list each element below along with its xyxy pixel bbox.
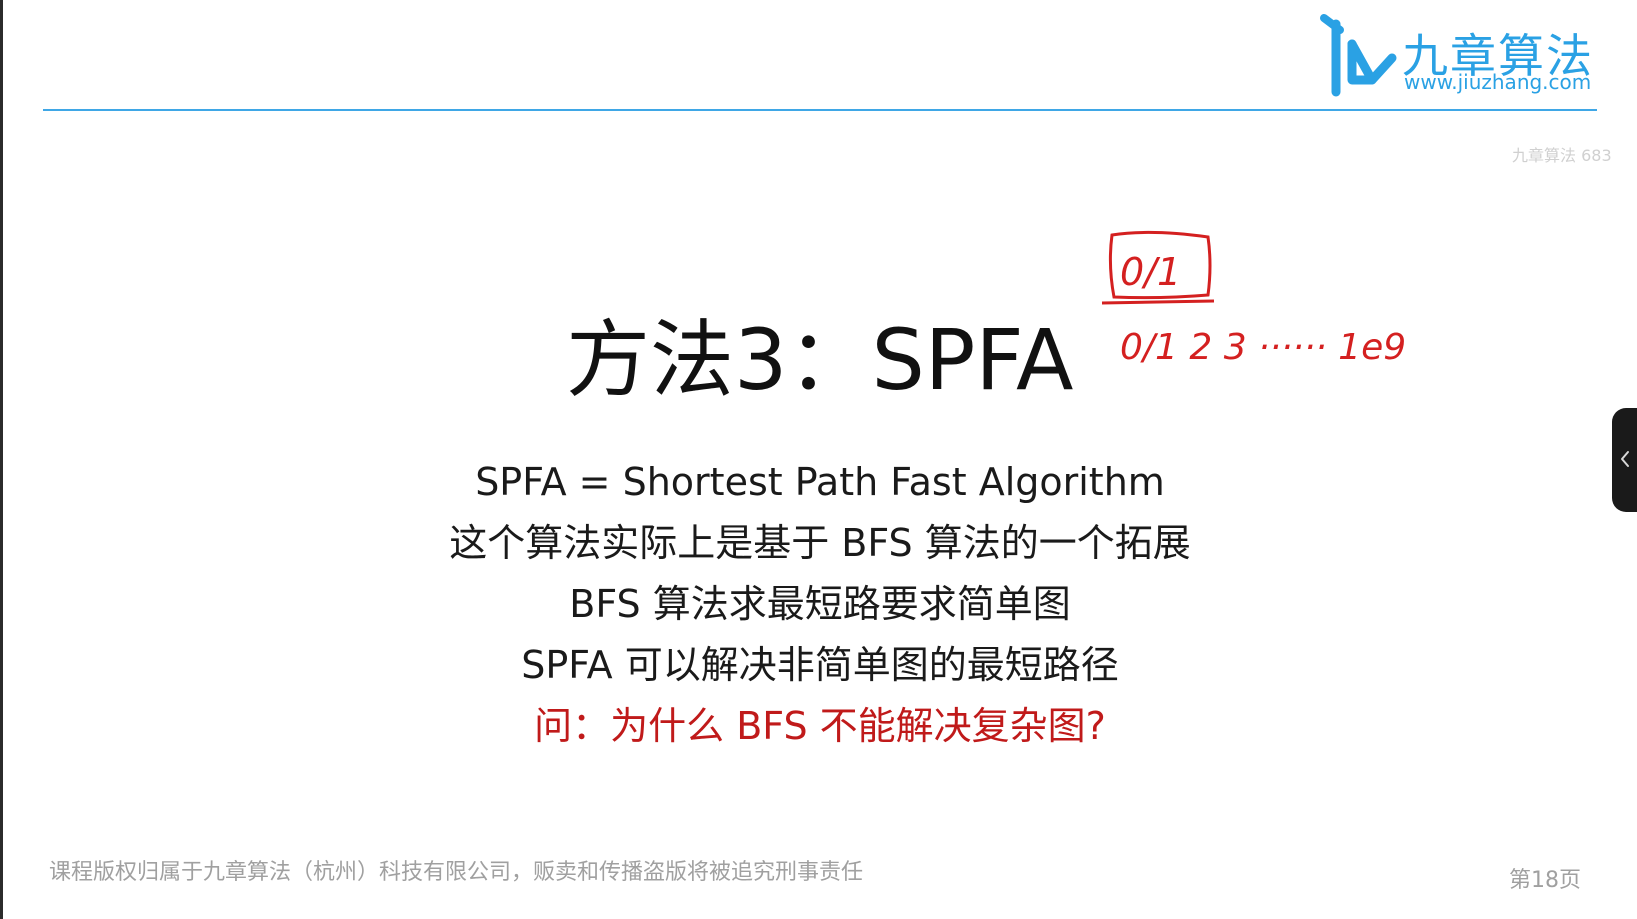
logo-url: www.jiuzhang.com	[1404, 70, 1592, 94]
window-left-border	[0, 0, 3, 919]
body-line-2: 这个算法实际上是基于 BFS 算法的一个拓展	[449, 521, 1191, 565]
jiuzhang-logo-icon	[1320, 14, 1397, 97]
slide-title: 方法3：SPFA	[566, 311, 1074, 409]
annotation-range-note: 0/1 2 3 ······ 1e9	[1120, 327, 1406, 368]
header-divider	[43, 109, 1597, 111]
side-panel-toggle[interactable]	[1612, 408, 1637, 512]
handwritten-annotations: 0/1 0/1 2 3 ······ 1e9	[1101, 230, 1406, 368]
body-line-4: SPFA 可以解决非简单图的最短路径	[521, 643, 1119, 687]
question-line: 问：为什么 BFS 不能解决复杂图?	[534, 704, 1106, 748]
body-line-1: SPFA = Shortest Path Fast Algorithm	[475, 460, 1165, 504]
slide-viewer: 九章算法 www.jiuzhang.com 九章算法 683 方法3：SPFA …	[0, 0, 1637, 919]
jiuzhang-logo: 九章算法 www.jiuzhang.com	[1310, 10, 1610, 100]
copyright-notice: 课程版权归属于九章算法（杭州）科技有限公司，贩卖和传播盗版将被追究刑事责任	[49, 860, 864, 885]
page-number: 第18页	[1509, 868, 1581, 893]
chevron-left-icon	[1621, 451, 1629, 467]
body-line-3: BFS 算法求最短路要求简单图	[569, 582, 1071, 626]
annotation-underline	[1101, 299, 1215, 305]
annotation-boxed-note: 0/1	[1120, 250, 1181, 294]
slide-body: SPFA = Shortest Path Fast Algorithm 这个算法…	[300, 452, 1340, 757]
video-watermark: 九章算法 683	[1512, 146, 1612, 165]
